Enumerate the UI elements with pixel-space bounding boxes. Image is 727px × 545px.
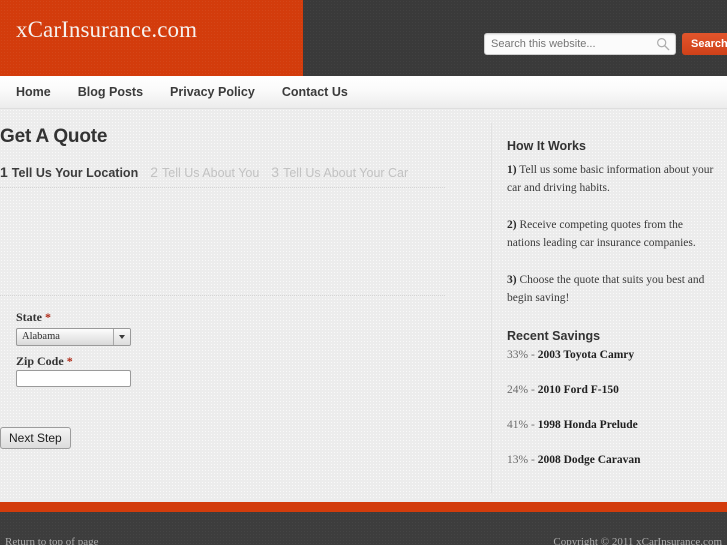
- site-title: xCarInsurance.com: [16, 17, 198, 42]
- how-item-1-text: Tell us some basic information about you…: [507, 164, 714, 194]
- how-item-2-text: Receive competing quotes from the nation…: [507, 219, 696, 249]
- zip-field-label: Zip Code *: [16, 354, 73, 369]
- savings-item-1-car: 2003 Toyota Camry: [537, 349, 635, 361]
- zip-label-text: Zip Code: [16, 354, 64, 368]
- step-2-label: Tell Us About You: [162, 166, 260, 180]
- how-item-3-text: Choose the quote that suits you best and…: [507, 274, 705, 304]
- savings-item-1-dash: -: [528, 349, 538, 361]
- step-2-number: 2: [150, 164, 158, 180]
- main-navigation: Home Blog Posts Privacy Policy Contact U…: [0, 76, 727, 109]
- search-button[interactable]: Search: [682, 33, 727, 55]
- savings-item-4-car: 2008 Dodge Caravan: [537, 454, 641, 466]
- how-it-works-item-2: 2) Receive competing quotes from the nat…: [507, 216, 719, 252]
- how-item-3-number: 3): [507, 274, 517, 286]
- state-field-label: State *: [16, 310, 51, 325]
- chevron-down-icon: [113, 329, 130, 345]
- state-select-value: Alabama: [22, 331, 60, 342]
- next-step-button[interactable]: Next Step: [0, 427, 71, 449]
- site-footer: Return to top of page Copyright © 2011 x…: [0, 512, 727, 545]
- how-it-works-item-1: 1) Tell us some basic information about …: [507, 161, 719, 197]
- how-it-works-list: 1) Tell us some basic information about …: [507, 161, 719, 326]
- savings-item-4-percent: 13%: [507, 454, 529, 466]
- step-1-number: 1: [0, 164, 8, 180]
- nav-item-privacy-policy[interactable]: Privacy Policy: [170, 85, 255, 99]
- how-item-1-number: 1): [507, 164, 517, 176]
- page-title: Get A Quote: [0, 126, 108, 147]
- savings-item-3: 41% - 1998 Honda Prelude: [507, 419, 719, 431]
- search-box[interactable]: [484, 33, 676, 55]
- step-3-label: Tell Us About Your Car: [283, 166, 409, 180]
- copyright-text: Copyright © 2011 xCarInsurance.com: [553, 536, 722, 545]
- search-input[interactable]: [491, 34, 649, 54]
- zip-code-input[interactable]: [16, 370, 131, 387]
- savings-item-1-percent: 33%: [507, 349, 529, 361]
- state-required-marker: *: [45, 310, 51, 324]
- how-item-2-number: 2): [507, 219, 517, 231]
- content-area: Get A Quote 1 Tell Us Your Location 2 Te…: [0, 109, 727, 500]
- nav-item-home[interactable]: Home: [16, 85, 51, 99]
- savings-item-2: 24% - 2010 Ford F-150: [507, 384, 719, 396]
- state-select[interactable]: Alabama: [16, 328, 131, 346]
- step-1[interactable]: 1 Tell Us Your Location: [0, 164, 138, 180]
- return-to-top-link[interactable]: Return to top of page: [5, 536, 98, 545]
- step-2[interactable]: 2 Tell Us About You: [150, 164, 259, 180]
- savings-item-3-percent: 41%: [507, 419, 529, 431]
- how-it-works-item-3: 3) Choose the quote that suits you best …: [507, 271, 719, 307]
- savings-item-1: 33% - 2003 Toyota Camry: [507, 349, 719, 361]
- step-indicator: 1 Tell Us Your Location 2 Tell Us About …: [0, 164, 420, 180]
- search-form: Search: [484, 33, 727, 55]
- zip-required-marker: *: [66, 354, 73, 368]
- search-icon: [657, 38, 670, 51]
- page-root: xCarInsurance.com Search Home Blog Posts…: [0, 0, 727, 545]
- step-1-label: Tell Us Your Location: [11, 166, 139, 180]
- savings-item-2-car: 2010 Ford F-150: [537, 384, 619, 396]
- site-header: xCarInsurance.com Search: [0, 0, 727, 76]
- step-3[interactable]: 3 Tell Us About Your Car: [271, 164, 408, 180]
- state-label-text: State: [16, 310, 42, 324]
- recent-savings-title: Recent Savings: [507, 329, 601, 343]
- savings-item-3-car: 1998 Honda Prelude: [537, 419, 638, 431]
- savings-item-4: 13% - 2008 Dodge Caravan: [507, 454, 719, 466]
- form-separator-bottom: [0, 295, 445, 296]
- savings-item-2-percent: 24%: [507, 384, 529, 396]
- savings-item-3-dash: -: [528, 419, 538, 431]
- recent-savings-list: 33% - 2003 Toyota Camry 24% - 2010 Ford …: [507, 349, 719, 489]
- nav-item-blog-posts[interactable]: Blog Posts: [78, 85, 143, 99]
- savings-item-4-dash: -: [528, 454, 538, 466]
- savings-item-2-dash: -: [528, 384, 538, 396]
- footer-accent-bar: [0, 502, 727, 512]
- how-it-works-title: How It Works: [507, 139, 586, 153]
- form-separator-top: [0, 187, 445, 188]
- content-sidebar-divider: [491, 123, 492, 493]
- nav-item-contact-us[interactable]: Contact Us: [282, 85, 348, 99]
- step-3-number: 3: [271, 164, 280, 180]
